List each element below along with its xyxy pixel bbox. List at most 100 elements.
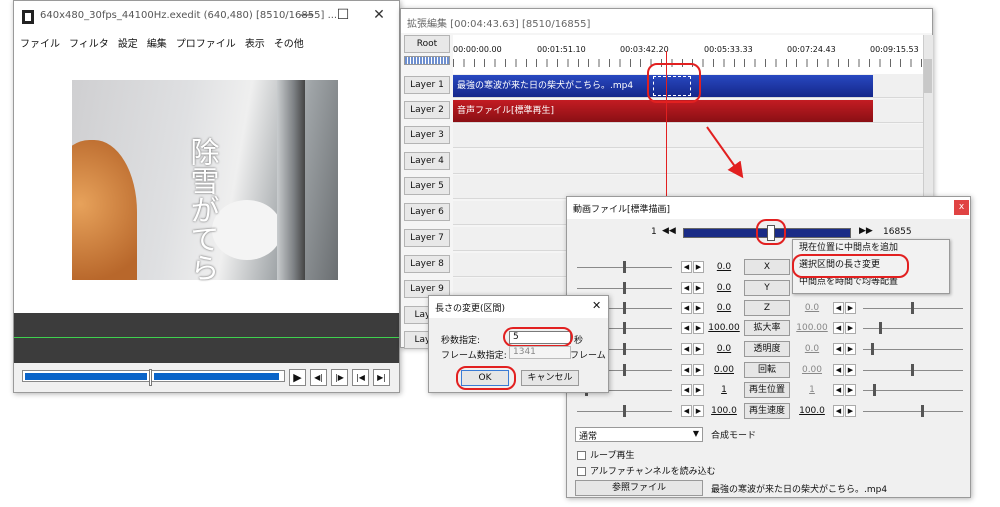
timeline-scroll-thumb[interactable] (924, 59, 932, 93)
zoom-end-dec-button[interactable]: ◀ (833, 322, 844, 334)
object-close-icon[interactable]: x (954, 200, 969, 215)
lane-4[interactable] (453, 150, 923, 174)
layer-4-button[interactable]: Layer 4 (404, 152, 450, 170)
root-button[interactable]: Root (404, 35, 450, 53)
seek-thumb[interactable] (149, 369, 152, 386)
next-frame-button[interactable]: |▶ (331, 369, 348, 386)
app-icon (22, 10, 34, 24)
prev-frame-button[interactable]: ◀| (310, 369, 327, 386)
speed-end-dec-button[interactable]: ◀ (833, 405, 844, 417)
y-dec-button[interactable]: ◀ (681, 282, 692, 294)
zoom-inc-button[interactable]: ▶ (693, 322, 704, 334)
speed-label-button[interactable]: 再生速度 (744, 403, 790, 419)
speed-inc-button[interactable]: ▶ (693, 405, 704, 417)
menu-file[interactable]: ファイル (20, 35, 60, 50)
seek-bar[interactable] (22, 368, 285, 386)
x-label-button[interactable]: X (744, 259, 790, 275)
playpos-inc-button[interactable]: ▶ (693, 384, 704, 396)
y-value[interactable]: 0.0 (707, 283, 741, 293)
layer-3-button[interactable]: Layer 3 (404, 126, 450, 144)
alpha-checkbox[interactable]: アルファチャンネルを読み込む (577, 464, 716, 477)
dialog-title: 長さの変更(区間) (435, 304, 506, 314)
y-inc-button[interactable]: ▶ (693, 282, 704, 294)
rotation-end-inc-button[interactable]: ▶ (845, 364, 856, 376)
speed-end-inc-button[interactable]: ▶ (845, 405, 856, 417)
z-value[interactable]: 0.0 (707, 303, 741, 313)
opacity-end-dec-button[interactable]: ◀ (833, 343, 844, 355)
close-icon[interactable]: ✕ (361, 7, 397, 23)
ruler-time-1: 00:01:51.10 (537, 45, 586, 54)
go-start-button[interactable]: |◀ (352, 369, 369, 386)
opacity-inc-button[interactable]: ▶ (693, 343, 704, 355)
x-dec-button[interactable]: ◀ (681, 261, 692, 273)
rotation-dec-button[interactable]: ◀ (681, 364, 692, 376)
z-inc-button[interactable]: ▶ (693, 302, 704, 314)
cancel-button[interactable]: キャンセル (521, 370, 579, 386)
menu-settings[interactable]: 設定 (118, 35, 138, 50)
menu-view[interactable]: 表示 (245, 35, 265, 50)
loop-checkbox[interactable]: ループ再生 (577, 448, 634, 461)
rotation-value[interactable]: 0.00 (707, 365, 741, 375)
object-title: 動画ファイル[標準描画] (573, 205, 671, 215)
audio-clip[interactable]: 音声ファイル[標準再生] (453, 100, 873, 122)
opacity-dec-button[interactable]: ◀ (681, 343, 692, 355)
zoom-end-value[interactable]: 100.00 (795, 323, 829, 333)
zoom-dec-button[interactable]: ◀ (681, 322, 692, 334)
rotation-inc-button[interactable]: ▶ (693, 364, 704, 376)
x-value[interactable]: 0.0 (707, 262, 741, 272)
menu-profile[interactable]: プロファイル (176, 35, 236, 50)
rotation-end-dec-button[interactable]: ◀ (833, 364, 844, 376)
playpos-value[interactable]: 1 (707, 385, 741, 395)
rewind-icon[interactable]: ◀◀ (662, 226, 676, 236)
rotation-end-value[interactable]: 0.00 (795, 365, 829, 375)
z-end-inc-button[interactable]: ▶ (845, 302, 856, 314)
z-label-button[interactable]: Z (744, 300, 790, 316)
menu-other[interactable]: その他 (274, 35, 304, 50)
layer-5-button[interactable]: Layer 5 (404, 177, 450, 195)
blend-mode-select[interactable]: 通常 ▼ (575, 427, 703, 442)
menu-filter[interactable]: フィルタ (69, 35, 109, 50)
x-inc-button[interactable]: ▶ (693, 261, 704, 273)
play-button[interactable]: ▶ (289, 369, 306, 386)
go-end-button[interactable]: ▶| (373, 369, 390, 386)
layer-6-button[interactable]: Layer 6 (404, 203, 450, 221)
lane-3[interactable] (453, 124, 923, 148)
opacity-value[interactable]: 0.0 (707, 344, 741, 354)
playpos-end-dec-button[interactable]: ◀ (833, 384, 844, 396)
reference-file-button[interactable]: 参照ファイル (575, 480, 703, 496)
z-dec-button[interactable]: ◀ (681, 302, 692, 314)
zoom-slider[interactable] (404, 56, 450, 65)
seek-fill-right (154, 373, 279, 380)
maximize-icon[interactable]: ☐ (325, 7, 361, 23)
opacity-end-inc-button[interactable]: ▶ (845, 343, 856, 355)
speed-dec-button[interactable]: ◀ (681, 405, 692, 417)
playpos-label-button[interactable]: 再生位置 (744, 382, 790, 398)
zoom-value[interactable]: 100.00 (707, 323, 741, 333)
opacity-end-value[interactable]: 0.0 (795, 344, 829, 354)
menu-edit[interactable]: 編集 (147, 35, 167, 50)
playpos-end-value[interactable]: 1 (795, 385, 829, 395)
layer-2-button[interactable]: Layer 2 (404, 101, 450, 119)
length-dialog: 長さの変更(区間) ✕ 秒数指定: 5 秒 フレーム数指定: 1341 フレーム… (428, 295, 609, 393)
speed-value[interactable]: 100.0 (707, 406, 741, 416)
rotation-label-button[interactable]: 回転 (744, 362, 790, 378)
z-end-value[interactable]: 0.0 (795, 303, 829, 313)
layer-7-button[interactable]: Layer 7 (404, 229, 450, 247)
ruler-time-0: 00:00:00.00 (453, 45, 502, 54)
y-label-button[interactable]: Y (744, 280, 790, 296)
layer-8-button[interactable]: Layer 8 (404, 255, 450, 273)
dialog-close-icon[interactable]: ✕ (592, 299, 601, 312)
z-end-dec-button[interactable]: ◀ (833, 302, 844, 314)
playpos-dec-button[interactable]: ◀ (681, 384, 692, 396)
annotation-ring-seconds (503, 327, 573, 347)
fast-forward-icon[interactable]: ▶▶ (859, 226, 873, 236)
layer-1-button[interactable]: Layer 1 (404, 76, 450, 94)
reference-file-name: 最強の寒波が来た日の柴犬がこちら。.mp4 (711, 485, 888, 495)
opacity-label-button[interactable]: 透明度 (744, 341, 790, 357)
dialog-title-bar: 長さの変更(区間) ✕ (429, 296, 608, 318)
zoom-end-inc-button[interactable]: ▶ (845, 322, 856, 334)
speed-end-value[interactable]: 100.0 (795, 406, 829, 416)
minimize-icon[interactable]: — (289, 7, 325, 23)
playpos-end-inc-button[interactable]: ▶ (845, 384, 856, 396)
zoom-label-button[interactable]: 拡大率 (744, 320, 790, 336)
